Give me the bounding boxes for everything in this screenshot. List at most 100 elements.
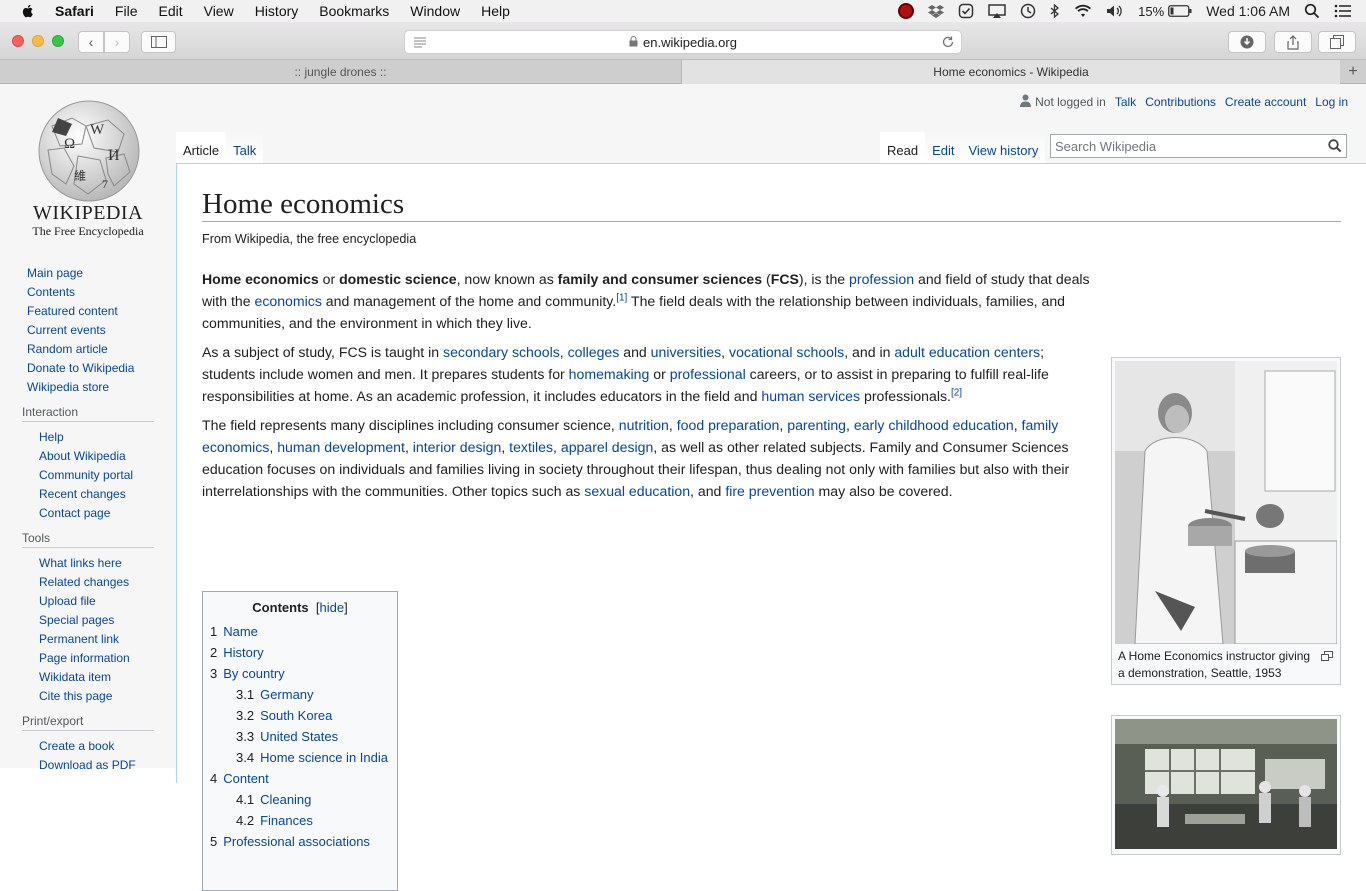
sidebar-item-related-changes[interactable]: Related changes (39, 573, 176, 592)
menu-view[interactable]: View (204, 3, 234, 19)
toc-hide-link[interactable]: hide (319, 600, 344, 615)
menu-window[interactable]: Window (410, 3, 460, 19)
contributions-link[interactable]: Contributions (1145, 95, 1216, 109)
sidebar-item-donate-to-wikipedia[interactable]: Donate to Wikipedia (27, 359, 176, 378)
create-account-link[interactable]: Create account (1225, 95, 1306, 109)
volume-icon[interactable] (1106, 4, 1124, 18)
sidebar-item-wikidata-item[interactable]: Wikidata item (39, 668, 176, 687)
search-input[interactable]: Search Wikipedia (1050, 134, 1347, 158)
link-textiles[interactable]: textiles (509, 439, 553, 455)
toc-item[interactable]: 4 Content (210, 768, 390, 789)
photo-classroom-kitchen[interactable] (1115, 719, 1337, 849)
search-icon[interactable] (1328, 139, 1342, 156)
dropbox-icon[interactable] (928, 4, 945, 18)
sidebar-link[interactable]: Wikidata item (39, 670, 111, 684)
log-in-link[interactable]: Log in (1315, 95, 1348, 109)
reader-view-icon[interactable] (413, 36, 427, 51)
toc-link[interactable]: Germany (260, 687, 313, 702)
sidebar-toggle-button[interactable] (141, 31, 176, 53)
address-bar[interactable]: en.wikipedia.org (404, 30, 962, 54)
sidebar-item-download-as-pdf[interactable]: Download as PDF (39, 756, 176, 775)
airplay-icon[interactable] (988, 3, 1006, 19)
sidebar-link[interactable]: Related changes (39, 575, 129, 589)
link-apparel-design[interactable]: apparel design (561, 439, 653, 455)
link-interior-design[interactable]: interior design (413, 439, 502, 455)
apple-icon[interactable] (20, 3, 38, 19)
sidebar-item-main-page[interactable]: Main page (27, 264, 176, 283)
tab-edit[interactable]: Edit (925, 132, 962, 164)
photo-instructor-demonstration[interactable] (1115, 361, 1337, 644)
sidebar-item-contents[interactable]: Contents (27, 283, 176, 302)
tab-talk[interactable]: Talk (226, 132, 264, 164)
sidebar-link[interactable]: Create a book (39, 739, 114, 753)
sidebar-item-create-a-book[interactable]: Create a book (39, 737, 176, 756)
link-human-development[interactable]: human development (277, 439, 405, 455)
toc-link[interactable]: Professional associations (223, 834, 370, 849)
toc-link[interactable]: Content (223, 771, 269, 786)
link-parenting[interactable]: parenting (787, 417, 846, 433)
sidebar-item-special-pages[interactable]: Special pages (39, 611, 176, 630)
back-button[interactable]: ‹ (78, 31, 104, 53)
wifi-icon[interactable] (1074, 4, 1092, 18)
link-adult-education[interactable]: adult education centers (894, 344, 1040, 360)
sidebar-item-wikipedia-store[interactable]: Wikipedia store (27, 378, 176, 397)
toc-item[interactable]: 3.4 Home science in India (210, 747, 390, 768)
reload-icon[interactable] (941, 35, 955, 52)
sidebar-link[interactable]: About Wikipedia (39, 449, 126, 463)
link-economics[interactable]: economics (255, 293, 322, 309)
sidebar-item-help[interactable]: Help (39, 428, 176, 447)
link-vocational-schools[interactable]: vocational schools (729, 344, 844, 360)
citation-1[interactable]: [1] (616, 292, 627, 303)
checkmark-icon[interactable] (958, 3, 974, 19)
show-tabs-button[interactable] (1318, 31, 1356, 53)
sidebar-item-current-events[interactable]: Current events (27, 321, 176, 340)
sidebar-link[interactable]: Download as PDF (39, 758, 136, 772)
link-professional[interactable]: professional (670, 366, 746, 382)
sidebar-link[interactable]: Special pages (39, 613, 114, 627)
sidebar-link[interactable]: What links here (39, 556, 122, 570)
toc-item[interactable]: 3 By country (210, 663, 390, 684)
link-homemaking[interactable]: homemaking (569, 366, 650, 382)
sidebar-link[interactable]: Featured content (27, 304, 118, 318)
link-early-childhood-education[interactable]: early childhood education (854, 417, 1014, 433)
browser-tab-home-economics[interactable]: Home economics - Wikipedia (682, 60, 1340, 84)
sidebar-item-featured-content[interactable]: Featured content (27, 302, 176, 321)
menu-history[interactable]: History (255, 3, 299, 19)
menu-edit[interactable]: Edit (158, 3, 182, 19)
link-profession[interactable]: profession (849, 271, 914, 287)
sidebar-item-permanent-link[interactable]: Permanent link (39, 630, 176, 649)
toc-link[interactable]: History (223, 645, 263, 660)
notification-center-icon[interactable] (1334, 4, 1352, 18)
menu-app-safari[interactable]: Safari (55, 3, 94, 19)
toc-item[interactable]: 3.1 Germany (210, 684, 390, 705)
sidebar-link[interactable]: Contact page (39, 506, 110, 520)
sidebar-item-recent-changes[interactable]: Recent changes (39, 485, 176, 504)
talk-link[interactable]: Talk (1115, 95, 1136, 109)
link-colleges[interactable]: colleges (568, 344, 620, 360)
enlarge-icon[interactable] (1321, 649, 1333, 666)
menu-bookmarks[interactable]: Bookmarks (319, 3, 389, 19)
spotlight-icon[interactable] (1304, 3, 1320, 19)
image-thumbnail[interactable]: A Home Economics instructor giving a dem… (1111, 357, 1341, 685)
sidebar-item-random-article[interactable]: Random article (27, 340, 176, 359)
image-thumbnail-2[interactable] (1111, 715, 1341, 855)
sidebar-link[interactable]: Cite this page (39, 689, 112, 703)
downloads-button[interactable] (1228, 31, 1266, 53)
toc-link[interactable]: United States (260, 729, 338, 744)
bluetooth-icon[interactable] (1050, 3, 1060, 19)
link-universities[interactable]: universities (651, 344, 722, 360)
sidebar-link[interactable]: Community portal (39, 468, 133, 482)
sidebar-item-upload-file[interactable]: Upload file (39, 592, 176, 611)
tab-article[interactable]: Article (176, 132, 227, 164)
menu-file[interactable]: File (115, 3, 138, 19)
toc-item[interactable]: 4.1 Cleaning (210, 789, 390, 810)
browser-tab-jungle-drones[interactable]: :: jungle drones :: (0, 60, 682, 84)
sidebar-link[interactable]: Upload file (39, 594, 96, 608)
wikipedia-logo[interactable]: Ω W И 維 7 Wikipedia The Free Encyclopedi… (22, 96, 162, 246)
sidebar-item-community-portal[interactable]: Community portal (39, 466, 176, 485)
toc-link[interactable]: Finances (260, 813, 313, 828)
toc-link[interactable]: By country (223, 666, 284, 681)
link-human-services[interactable]: human services (761, 388, 860, 404)
sidebar-link[interactable]: Wikipedia store (27, 380, 109, 394)
toc-item[interactable]: 5 Professional associations (210, 831, 390, 852)
